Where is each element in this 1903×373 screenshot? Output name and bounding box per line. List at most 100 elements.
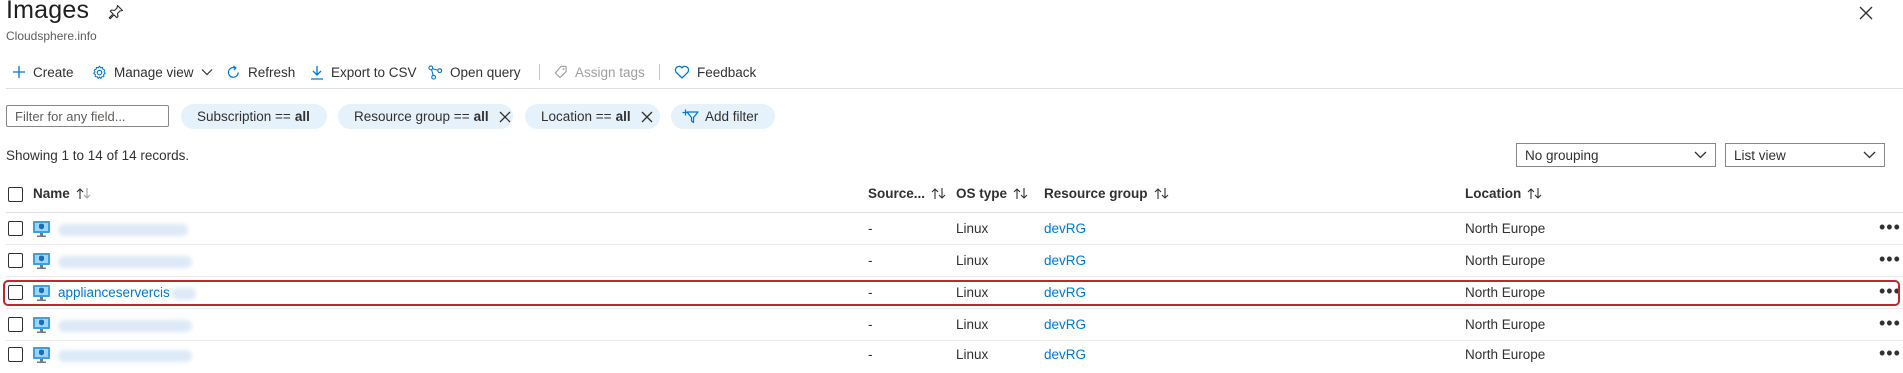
os-type-cell: Linux xyxy=(956,253,989,268)
download-icon xyxy=(311,65,323,80)
ellipsis-icon[interactable]: ••• xyxy=(1879,344,1901,362)
os-type-cell: Linux xyxy=(956,221,989,236)
subscription-filter-pill[interactable]: Subscription == all xyxy=(181,104,327,129)
redacted-name xyxy=(58,224,188,236)
os-type-cell: Linux xyxy=(956,285,989,300)
column-header-os-type[interactable]: OS type xyxy=(956,186,1028,201)
vm-image-icon xyxy=(33,221,50,237)
os-type-cell: Linux xyxy=(956,347,989,362)
location-cell: North Europe xyxy=(1465,285,1546,300)
assign-tags-button[interactable]: Assign tags xyxy=(553,62,645,82)
resource-group-filter-label: Resource group == xyxy=(354,109,470,124)
refresh-icon xyxy=(227,64,239,78)
column-header-name-label: Name xyxy=(33,186,70,201)
select-all-checkbox[interactable] xyxy=(8,187,23,202)
refresh-label: Refresh xyxy=(248,64,296,80)
manage-view-button[interactable]: Manage view xyxy=(92,62,213,82)
source-cell: - xyxy=(868,253,873,268)
column-header-os-type-label: OS type xyxy=(956,186,1008,201)
column-header-resource-group[interactable]: Resource group xyxy=(1044,186,1169,201)
resource-group-filter-value: all xyxy=(473,109,489,124)
row-checkbox[interactable] xyxy=(8,221,23,236)
toolbar-separator xyxy=(659,64,660,80)
source-cell: - xyxy=(868,347,873,362)
sort-icon xyxy=(1013,188,1028,199)
create-label: Create xyxy=(33,64,74,80)
heart-icon xyxy=(674,65,690,79)
sort-icon xyxy=(76,188,91,199)
redacted-name xyxy=(58,320,192,332)
add-filter-button[interactable]: Add filter xyxy=(671,104,775,129)
open-query-button[interactable]: Open query xyxy=(428,62,521,82)
refresh-button[interactable]: Refresh xyxy=(226,62,295,82)
chevron-down-icon xyxy=(1694,151,1707,159)
search-input[interactable] xyxy=(6,105,169,127)
source-cell: - xyxy=(868,317,873,332)
resource-group-filter-pill[interactable]: Resource group == all xyxy=(338,104,513,129)
chevron-down-icon xyxy=(1863,151,1876,159)
sort-icon xyxy=(1154,188,1168,199)
os-type-cell: Linux xyxy=(956,317,989,332)
resource-group-link[interactable]: devRG xyxy=(1044,253,1086,268)
ellipsis-icon[interactable]: ••• xyxy=(1879,314,1901,332)
page-title: Images xyxy=(6,0,90,24)
image-name-link[interactable]: applianceservercis xyxy=(58,285,170,300)
vm-image-icon xyxy=(33,347,50,363)
location-filter-value: all xyxy=(615,109,631,124)
column-header-location-label: Location xyxy=(1465,186,1522,201)
table-row[interactable]: - Linux devRG North Europe ••• xyxy=(0,213,1903,245)
source-cell: - xyxy=(868,285,873,300)
toolbar-separator xyxy=(539,64,540,80)
resource-group-link[interactable]: devRG xyxy=(1044,347,1086,362)
row-checkbox[interactable] xyxy=(8,285,23,300)
view-mode-dropdown[interactable]: List view xyxy=(1725,143,1885,167)
location-cell: North Europe xyxy=(1465,347,1546,362)
column-header-source-label: Source... xyxy=(868,186,926,201)
row-checkbox[interactable] xyxy=(8,347,23,362)
view-mode-selected: List view xyxy=(1734,147,1786,163)
table-row[interactable]: - Linux devRG North Europe ••• xyxy=(0,309,1903,341)
tag-icon xyxy=(554,65,567,78)
resource-group-link[interactable]: devRG xyxy=(1044,221,1086,236)
row-checkbox[interactable] xyxy=(8,317,23,332)
source-cell: - xyxy=(868,221,873,236)
ellipsis-icon[interactable]: ••• xyxy=(1879,282,1901,300)
pin-icon[interactable] xyxy=(108,4,124,20)
column-header-name[interactable]: Name xyxy=(33,186,91,201)
add-filter-icon xyxy=(682,109,699,124)
records-count: Showing 1 to 14 of 14 records. xyxy=(6,148,190,163)
add-filter-label: Add filter xyxy=(705,109,759,124)
location-cell: North Europe xyxy=(1465,253,1546,268)
redacted-name xyxy=(58,350,192,362)
manage-view-label: Manage view xyxy=(114,64,194,80)
page-subtitle: Cloudsphere.info xyxy=(6,29,97,43)
create-button[interactable]: Create xyxy=(12,62,74,82)
ellipsis-icon[interactable]: ••• xyxy=(1879,250,1901,268)
export-csv-button[interactable]: Export to CSV xyxy=(310,62,417,82)
toolbar-divider xyxy=(6,88,1903,89)
grouping-dropdown[interactable]: No grouping xyxy=(1516,143,1716,167)
table-row[interactable]: - Linux devRG North Europe ••• xyxy=(0,245,1903,277)
table-row[interactable]: applianceservercis - Linux devRG North E… xyxy=(0,277,1903,309)
remove-filter-icon[interactable] xyxy=(499,111,511,123)
feedback-button[interactable]: Feedback xyxy=(674,62,756,82)
location-filter-pill[interactable]: Location == all xyxy=(525,104,660,129)
location-cell: North Europe xyxy=(1465,221,1546,236)
query-icon xyxy=(428,64,443,80)
ellipsis-icon[interactable]: ••• xyxy=(1879,218,1901,236)
export-csv-label: Export to CSV xyxy=(331,64,417,80)
table-row[interactable]: - Linux devRG North Europe ••• xyxy=(0,341,1903,373)
column-header-location[interactable]: Location xyxy=(1465,186,1542,201)
subscription-filter-value: all xyxy=(294,109,310,124)
resource-group-link[interactable]: devRG xyxy=(1044,285,1086,300)
resource-group-link[interactable]: devRG xyxy=(1044,317,1086,332)
open-query-label: Open query xyxy=(450,64,521,80)
close-icon[interactable] xyxy=(1857,4,1875,22)
vm-image-icon xyxy=(33,285,50,301)
location-cell: North Europe xyxy=(1465,317,1546,332)
sort-icon xyxy=(931,188,946,199)
row-checkbox[interactable] xyxy=(8,253,23,268)
column-header-source[interactable]: Source... xyxy=(868,186,946,201)
remove-filter-icon[interactable] xyxy=(641,111,653,123)
command-bar: Create Manage view Refresh Export to CSV… xyxy=(0,54,1903,88)
